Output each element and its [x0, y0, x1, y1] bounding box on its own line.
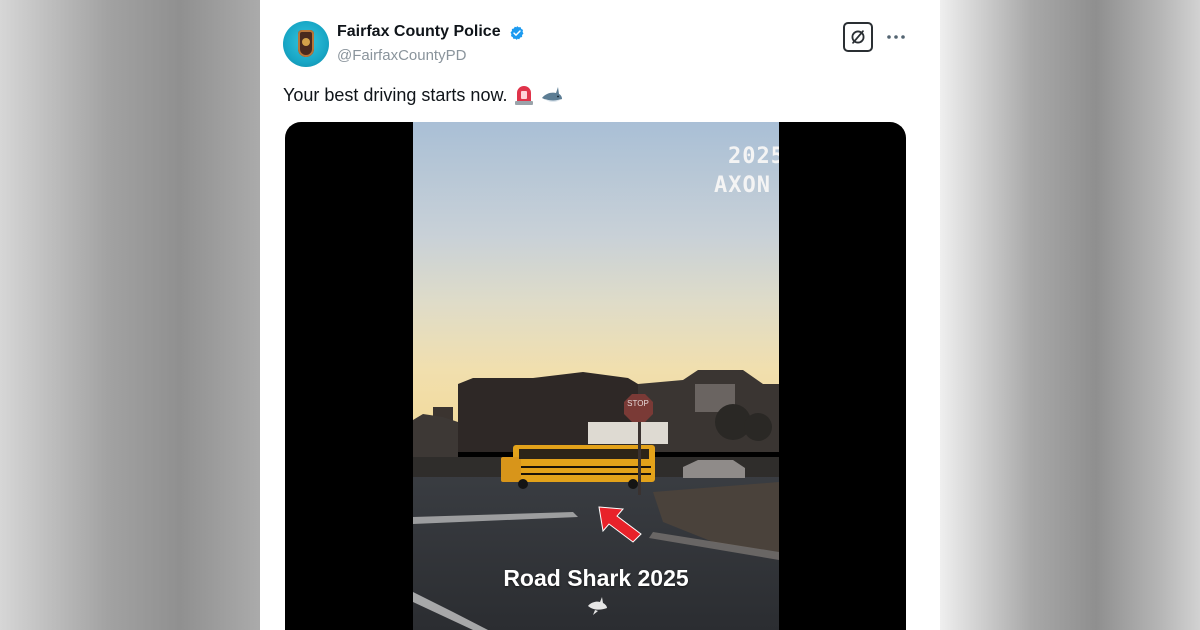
shark-icon	[542, 87, 563, 102]
screenshot-background: Fairfax County Police @FairfaxCountyPD Y…	[0, 0, 1200, 630]
video-scene	[413, 122, 779, 630]
verified-badge-icon	[510, 26, 524, 40]
tweet-body: Your best driving starts now.	[283, 84, 508, 105]
avatar[interactable]	[283, 21, 329, 67]
grok-button[interactable]	[843, 22, 873, 52]
more-options-button[interactable]	[885, 26, 907, 48]
more-icon	[887, 35, 905, 39]
video-overlay-year: 2025	[728, 144, 779, 169]
video-caption: Road Shark 2025	[503, 565, 689, 591]
tweet-text: Your best driving starts now.	[283, 84, 563, 106]
video-frame: 2025 AXON STOP Road Shark 2025	[413, 122, 779, 630]
author-display-name[interactable]: Fairfax County Police	[337, 23, 501, 41]
shark-logo-icon	[588, 597, 607, 615]
video-player[interactable]: 2025 AXON STOP Road Shark 2025	[285, 122, 906, 630]
video-overlay-brand: AXON	[714, 173, 771, 198]
police-siren-icon	[515, 86, 534, 105]
grok-icon	[851, 30, 865, 44]
author-handle[interactable]: @FairfaxCountyPD	[337, 47, 466, 64]
police-badge-icon	[298, 30, 314, 57]
stop-sign-text: STOP	[627, 399, 649, 408]
